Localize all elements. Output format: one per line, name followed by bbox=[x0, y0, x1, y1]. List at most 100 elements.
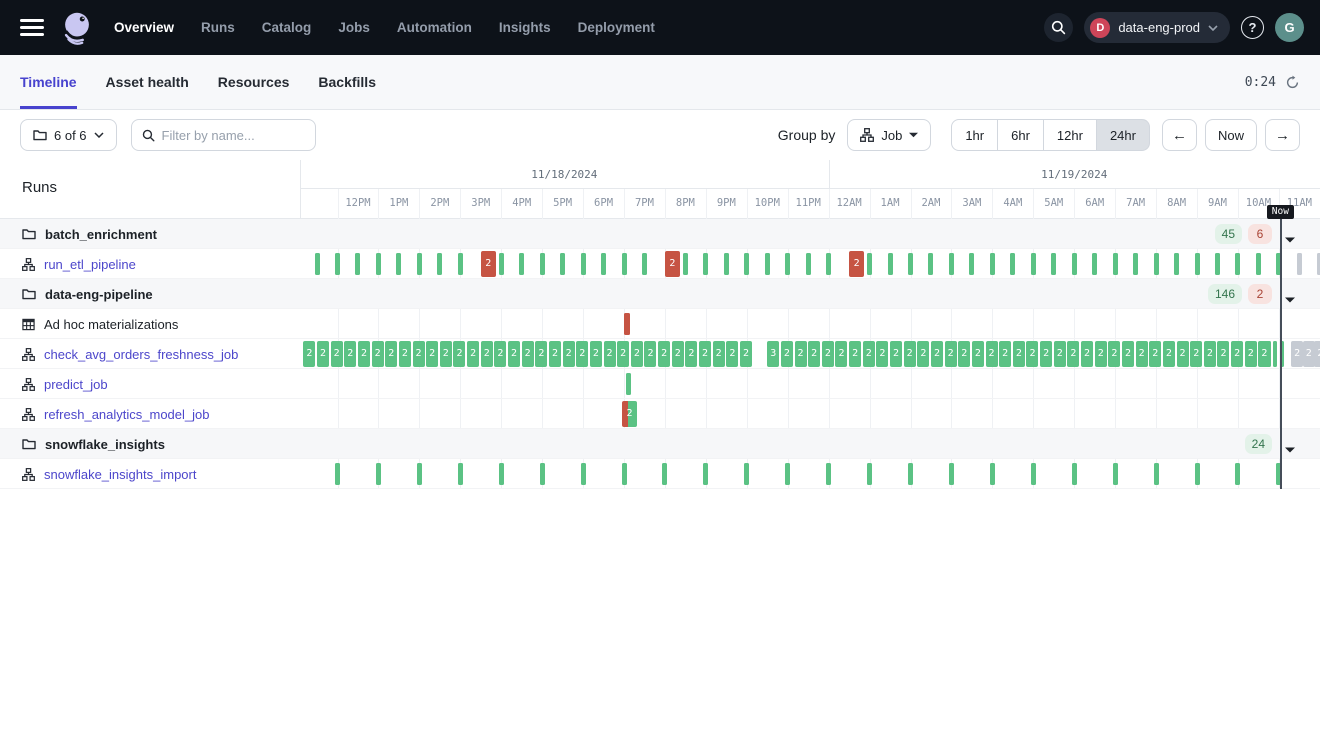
run-mixed-batch[interactable]: 2 bbox=[622, 401, 637, 427]
run-success-tick[interactable] bbox=[335, 253, 340, 275]
run-success-tick[interactable] bbox=[396, 253, 401, 275]
run-success-batch[interactable]: 2 bbox=[795, 341, 807, 367]
run-success-tick[interactable] bbox=[662, 463, 667, 485]
run-scheduled-batch[interactable]: 2 bbox=[1314, 341, 1320, 367]
run-success-tick[interactable] bbox=[867, 463, 872, 485]
refresh-icon[interactable] bbox=[1285, 75, 1300, 90]
run-success-batch[interactable]: 2 bbox=[1040, 341, 1052, 367]
run-success-tick[interactable] bbox=[560, 253, 565, 275]
dagster-logo-icon[interactable] bbox=[58, 9, 96, 47]
run-success-tick[interactable] bbox=[703, 253, 708, 275]
run-success-tick[interactable] bbox=[540, 463, 545, 485]
collapse-caret-icon[interactable] bbox=[1285, 230, 1295, 248]
run-success-batch[interactable]: 3 bbox=[767, 341, 779, 367]
run-success-batch[interactable]: 2 bbox=[808, 341, 820, 367]
run-success-tick[interactable] bbox=[626, 373, 631, 395]
run-success-tick[interactable] bbox=[622, 253, 627, 275]
run-success-batch[interactable]: 2 bbox=[372, 341, 384, 367]
run-success-batch[interactable]: 2 bbox=[481, 341, 493, 367]
run-success-tick[interactable] bbox=[376, 463, 381, 485]
collapse-caret-icon[interactable] bbox=[1285, 440, 1295, 458]
run-success-batch[interactable]: 2 bbox=[1108, 341, 1120, 367]
run-success-batch[interactable]: 2 bbox=[631, 341, 643, 367]
run-success-batch[interactable]: 2 bbox=[508, 341, 520, 367]
row-label[interactable]: snowflake_insights_import bbox=[44, 467, 196, 482]
run-success-batch[interactable]: 2 bbox=[344, 341, 356, 367]
run-failure-tick[interactable] bbox=[624, 313, 630, 335]
run-success-tick[interactable] bbox=[969, 253, 974, 275]
run-success-tick[interactable] bbox=[1154, 253, 1159, 275]
run-success-tick[interactable] bbox=[888, 253, 893, 275]
run-success-tick[interactable] bbox=[540, 253, 545, 275]
run-success-tick[interactable] bbox=[1154, 463, 1159, 485]
collapse-caret-icon[interactable] bbox=[1285, 290, 1295, 308]
run-success-tick[interactable] bbox=[826, 463, 831, 485]
run-success-batch[interactable]: 2 bbox=[822, 341, 834, 367]
run-success-batch[interactable]: 2 bbox=[972, 341, 984, 367]
nav-item-jobs[interactable]: Jobs bbox=[338, 20, 370, 35]
row-label[interactable]: check_avg_orders_freshness_job bbox=[44, 347, 238, 362]
run-success-batch[interactable]: 2 bbox=[1190, 341, 1202, 367]
run-success-batch[interactable]: 2 bbox=[685, 341, 697, 367]
run-success-batch[interactable]: 2 bbox=[986, 341, 998, 367]
run-success-batch[interactable]: 2 bbox=[1177, 341, 1189, 367]
run-success-batch[interactable]: 2 bbox=[1217, 341, 1229, 367]
run-success-batch[interactable]: 2 bbox=[467, 341, 479, 367]
run-scheduled-batch[interactable]: 2 bbox=[1303, 341, 1315, 367]
run-success-batch[interactable]: 2 bbox=[672, 341, 684, 367]
name-filter-field[interactable] bbox=[131, 119, 316, 151]
run-success-batch[interactable]: 2 bbox=[945, 341, 957, 367]
run-success-batch[interactable]: 2 bbox=[331, 341, 343, 367]
range-24hr[interactable]: 24hr bbox=[1097, 119, 1150, 151]
run-success-batch[interactable]: 2 bbox=[644, 341, 656, 367]
search-icon[interactable] bbox=[1044, 13, 1073, 42]
nav-item-insights[interactable]: Insights bbox=[499, 20, 551, 35]
run-success-batch[interactable]: 2 bbox=[1245, 341, 1257, 367]
name-filter-input[interactable] bbox=[162, 128, 305, 143]
run-success-batch[interactable]: 2 bbox=[590, 341, 602, 367]
run-success-batch[interactable]: 2 bbox=[999, 341, 1011, 367]
run-success-batch[interactable]: 2 bbox=[713, 341, 725, 367]
run-success-tick[interactable] bbox=[1235, 463, 1240, 485]
run-success-batch[interactable]: 2 bbox=[426, 341, 438, 367]
run-success-tick[interactable] bbox=[1051, 253, 1056, 275]
run-success-batch[interactable]: 2 bbox=[1149, 341, 1161, 367]
run-success-tick[interactable] bbox=[867, 253, 872, 275]
run-success-tick[interactable] bbox=[1092, 253, 1097, 275]
deployment-switcher[interactable]: D data-eng-prod bbox=[1084, 12, 1230, 43]
help-icon[interactable]: ? bbox=[1241, 16, 1264, 39]
run-success-tick[interactable] bbox=[724, 253, 729, 275]
run-success-tick[interactable] bbox=[1256, 253, 1261, 275]
run-success-batch[interactable]: 2 bbox=[535, 341, 547, 367]
run-success-tick[interactable] bbox=[806, 253, 811, 275]
run-success-batch[interactable]: 2 bbox=[317, 341, 329, 367]
run-success-batch[interactable]: 2 bbox=[1163, 341, 1175, 367]
row-label[interactable]: predict_job bbox=[44, 377, 108, 392]
range-6hr[interactable]: 6hr bbox=[998, 119, 1044, 151]
run-success-tick[interactable] bbox=[1031, 253, 1036, 275]
run-success-tick[interactable] bbox=[990, 463, 995, 485]
run-success-batch[interactable]: 2 bbox=[917, 341, 929, 367]
run-failure-batch[interactable]: 2 bbox=[665, 251, 680, 277]
run-success-batch[interactable]: 2 bbox=[1231, 341, 1243, 367]
code-location-filter-button[interactable]: 6 of 6 bbox=[20, 119, 117, 151]
run-success-batch[interactable]: 2 bbox=[863, 341, 875, 367]
run-success-batch[interactable]: 2 bbox=[781, 341, 793, 367]
run-success-tick[interactable] bbox=[1195, 463, 1200, 485]
run-success-batch[interactable]: 2 bbox=[958, 341, 970, 367]
run-success-batch[interactable]: 2 bbox=[1081, 341, 1093, 367]
user-avatar[interactable]: G bbox=[1275, 13, 1304, 42]
run-success-batch[interactable]: 2 bbox=[440, 341, 452, 367]
run-success-tick[interactable] bbox=[826, 253, 831, 275]
run-success-batch[interactable]: 2 bbox=[931, 341, 943, 367]
run-success-tick[interactable] bbox=[315, 253, 320, 275]
run-success-batch[interactable]: 2 bbox=[617, 341, 629, 367]
nav-item-deployment[interactable]: Deployment bbox=[578, 20, 655, 35]
run-success-batch[interactable]: 2 bbox=[1258, 341, 1270, 367]
run-success-tick[interactable] bbox=[1072, 463, 1077, 485]
run-success-batch[interactable]: 2 bbox=[904, 341, 916, 367]
run-success-batch[interactable]: 2 bbox=[303, 341, 315, 367]
run-success-tick[interactable] bbox=[458, 463, 463, 485]
run-success-batch[interactable]: 2 bbox=[849, 341, 861, 367]
run-success-tick[interactable] bbox=[335, 463, 340, 485]
